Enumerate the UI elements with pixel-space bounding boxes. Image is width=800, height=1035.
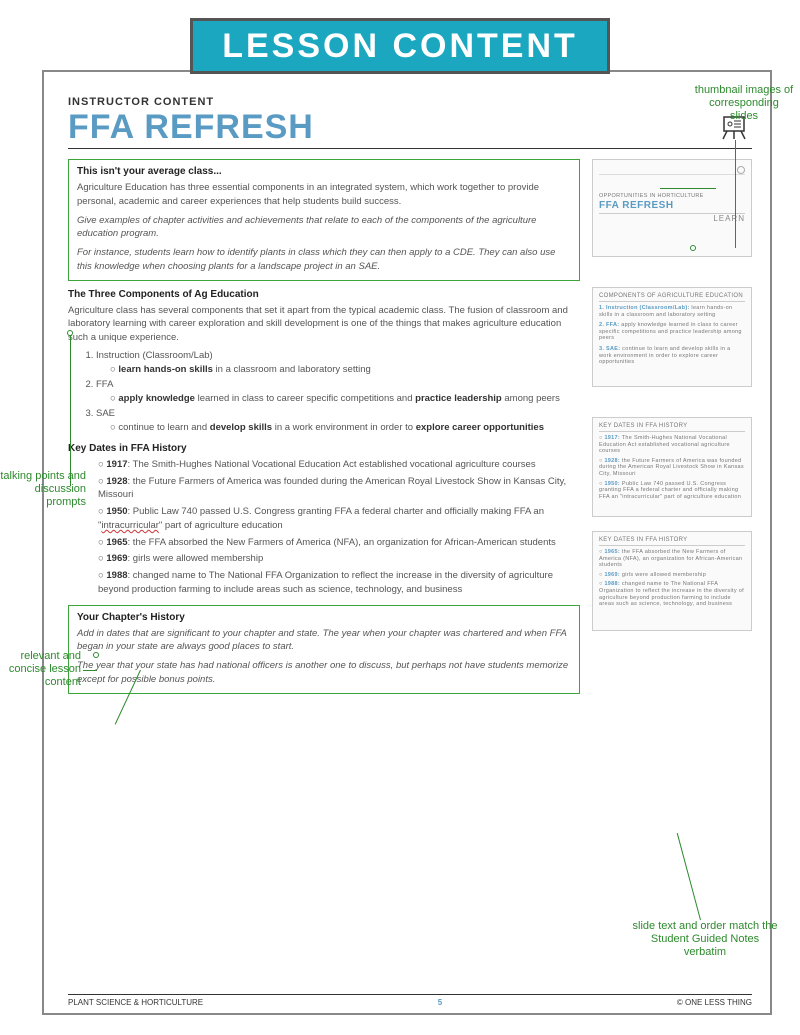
callout-thumbnails: thumbnail images of corresponding slides [694,84,794,124]
page-footer: PLANT SCIENCE & HORTICULTURE 5 © ONE LES… [68,994,752,1007]
circle-icon [737,166,745,174]
thumb-title: FFA REFRESH [599,200,745,211]
slide-thumbnail: KEY DATES IN FFA HISTORY ○ 1917: The Smi… [592,417,752,517]
chapter-p2: The year that your state has had nationa… [77,659,571,687]
dates-title: Key Dates in FFA History [68,443,580,454]
slide-thumbnail: KEY DATES IN FFA HISTORY ○ 1965: the FFA… [592,531,752,631]
intro-p3: For instance, students learn how to iden… [77,246,571,274]
footer-page: 5 [438,998,442,1007]
content-main: This isn't your average class... Agricul… [68,159,580,702]
list-item: 1988: changed name to The National FFA O… [98,569,580,597]
chapter-title: Your Chapter's History [77,612,571,623]
chapter-box: Your Chapter's History Add in dates that… [68,605,580,694]
slide-thumbnail: COMPONENTS OF AGRICULTURE EDUCATION 1. I… [592,287,752,387]
components-section: The Three Components of Ag Education Agr… [68,289,580,435]
callout-lesson-content: relevant and concise lesson content [0,650,81,690]
callout-line [70,336,71,486]
thumbnails-column: OPPORTUNITIES IN HORTICULTURE FFA REFRES… [592,159,752,702]
title-block: INSTRUCTOR CONTENT FFA REFRESH [68,96,752,149]
callout-line [735,140,736,248]
callout-talking-points: talking points and discussion prompts [0,470,86,510]
banner-text: LESSON CONTENT [222,27,578,66]
thumb-head: KEY DATES IN FFA HISTORY [599,537,745,546]
main-title: FFA REFRESH [68,110,314,144]
list-item: SAE continue to learn and develop skills… [96,408,580,434]
banner: LESSON CONTENT [190,18,610,74]
list-item: 1928: the Future Farmers of America was … [98,475,580,503]
content-row: This isn't your average class... Agricul… [68,159,752,702]
list-item: FFA apply knowledge learned in class to … [96,379,580,405]
dates-section: Key Dates in FFA History 1917: The Smith… [68,443,580,597]
slide-thumbnail: OPPORTUNITIES IN HORTICULTURE FFA REFRES… [592,159,752,257]
list-item: 1950: Public Law 740 passed U.S. Congres… [98,505,580,533]
chapter-p1: Add in dates that are significant to you… [77,627,571,655]
list-item: Instruction (Classroom/Lab) learn hands-… [96,350,580,376]
list-item: 1965: the FFA absorbed the New Farmers o… [98,536,580,550]
list-item: 1917: The Smith-Hughes National Vocation… [98,458,580,472]
callout-point-icon [690,245,696,251]
thumb-overline: OPPORTUNITIES IN HORTICULTURE [599,193,745,200]
callout-point-icon [93,652,99,658]
components-title: The Three Components of Ag Education [68,289,580,300]
callout-slide-text: slide text and order match the Student G… [630,920,780,960]
thumb-head: COMPONENTS OF AGRICULTURE EDUCATION [599,293,745,302]
thumb-head: KEY DATES IN FFA HISTORY [599,423,745,432]
page-frame: INSTRUCTOR CONTENT FFA REFRESH This isn'… [42,70,772,1015]
callout-point-icon [67,330,73,336]
thumb-sub: LEARN [599,214,745,223]
callout-line [83,670,97,671]
components-list: Instruction (Classroom/Lab) learn hands-… [68,350,580,435]
components-lead: Agriculture class has several components… [68,304,580,345]
intro-p1: Agriculture Education has three essentia… [77,181,571,209]
callout-line [660,188,716,189]
list-item: 1969: girls were allowed membership [98,552,580,566]
overline: INSTRUCTOR CONTENT [68,96,752,108]
intro-p2: Give examples of chapter activities and … [77,214,571,242]
footer-left: PLANT SCIENCE & HORTICULTURE [68,998,203,1007]
intro-box: This isn't your average class... Agricul… [68,159,580,281]
intro-title: This isn't your average class... [77,166,571,177]
dates-list: 1917: The Smith-Hughes National Vocation… [68,458,580,597]
footer-right: © ONE LESS THING [677,998,752,1007]
